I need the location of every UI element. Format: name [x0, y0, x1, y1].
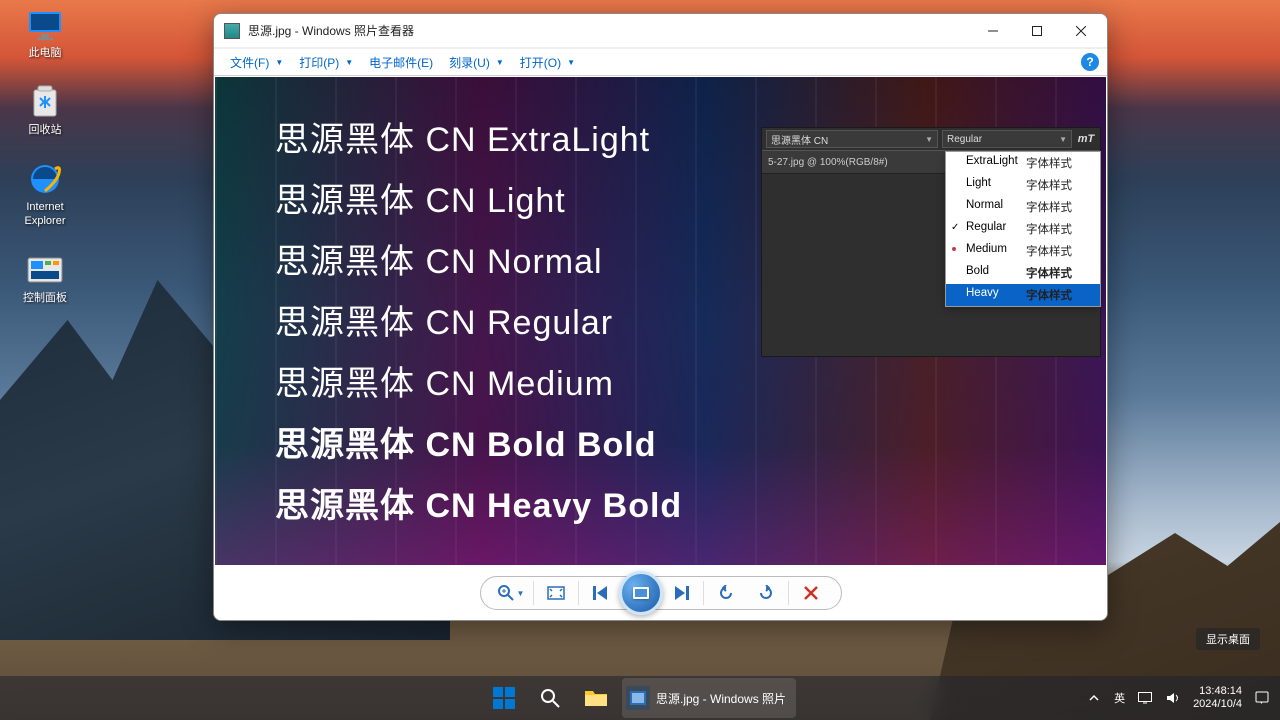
- next-button[interactable]: [661, 578, 701, 608]
- clock[interactable]: 13:48:14 2024/10/4: [1193, 685, 1242, 710]
- tray-display-icon[interactable]: [1137, 690, 1153, 706]
- font-sample: 思源黑体 CN Heavy Bold: [275, 478, 682, 527]
- app-icon: [224, 23, 240, 39]
- rotate-right-button[interactable]: [746, 578, 786, 608]
- maximize-button[interactable]: [1015, 16, 1059, 46]
- desktop-icon-label: 此电脑: [29, 47, 62, 60]
- photo-controls: ▼: [480, 576, 842, 610]
- menu-print[interactable]: 打印(P)▼: [291, 51, 361, 74]
- show-desktop-tooltip: 显示桌面: [1196, 628, 1260, 650]
- start-button[interactable]: [484, 678, 524, 718]
- zoom-button[interactable]: ▼: [491, 578, 531, 608]
- clock-time: 13:48:14: [1193, 685, 1242, 698]
- clock-date: 2024/10/4: [1193, 698, 1242, 711]
- desktop-icons: 此电脑 回收站 Internet Explorer 控制面板: [10, 5, 80, 327]
- chevron-down-icon: ▼: [925, 135, 933, 144]
- font-style-combo: Regular▼: [942, 130, 1072, 148]
- menu-email[interactable]: 电子邮件(E): [361, 51, 441, 74]
- chevron-down-icon: ▼: [275, 58, 283, 67]
- taskbar: 思源.jpg - Windows 照片 英 13:48:14 2024/10/4: [0, 676, 1280, 720]
- control-panel-icon: [25, 250, 65, 290]
- photo-viewer-window: 思源.jpg - Windows 照片查看器 文件(F)▼ 打印(P)▼ 电子邮…: [213, 13, 1108, 621]
- style-option-extralight: ExtraLight字体样式: [946, 152, 1100, 174]
- volume-icon[interactable]: [1165, 690, 1181, 706]
- tray-chevron-icon[interactable]: [1086, 690, 1102, 706]
- style-option-normal: Normal字体样式: [946, 196, 1100, 218]
- font-sample: 思源黑体 CN Bold Bold: [275, 417, 682, 466]
- rotate-left-button[interactable]: [706, 578, 746, 608]
- taskbar-app-photo-viewer[interactable]: 思源.jpg - Windows 照片: [622, 678, 796, 718]
- close-button[interactable]: [1059, 16, 1103, 46]
- style-option-bold: Bold字体样式: [946, 262, 1100, 284]
- desktop-icon-label: 回收站: [29, 124, 62, 137]
- titlebar[interactable]: 思源.jpg - Windows 照片查看器: [214, 14, 1107, 48]
- pc-icon: [25, 5, 65, 45]
- recycle-icon: [25, 82, 65, 122]
- style-option-heavy: Heavy字体样式: [946, 284, 1100, 306]
- chevron-down-icon: ▼: [496, 58, 504, 67]
- taskbar-app-title: 思源.jpg - Windows 照片: [656, 690, 786, 707]
- help-icon[interactable]: ?: [1081, 53, 1099, 71]
- slideshow-button[interactable]: [619, 571, 663, 615]
- font-sample: 思源黑体 CN ExtraLight: [275, 112, 682, 161]
- ime-indicator[interactable]: 英: [1114, 690, 1125, 706]
- font-sample-list: 思源黑体 CN ExtraLight 思源黑体 CN Light 思源黑体 CN…: [275, 112, 682, 539]
- font-family-combo: 思源黑体 CN▼: [766, 130, 938, 148]
- desktop-icon-recycle-bin[interactable]: 回收站: [10, 82, 80, 137]
- desktop-icon-this-pc[interactable]: 此电脑: [10, 5, 80, 60]
- style-option-medium: Medium字体样式: [946, 240, 1100, 262]
- menu-burn[interactable]: 刻录(U)▼: [441, 51, 512, 74]
- style-option-regular: ✓Regular字体样式: [946, 218, 1100, 240]
- font-sample: 思源黑体 CN Medium: [275, 356, 682, 405]
- search-button[interactable]: [530, 678, 570, 718]
- app-thumb-icon: [626, 686, 650, 710]
- font-sample: 思源黑体 CN Normal: [275, 234, 682, 283]
- ie-icon: [25, 159, 65, 199]
- text-tool-icon: тT: [1076, 130, 1096, 148]
- notification-icon[interactable]: [1254, 690, 1270, 706]
- previous-button[interactable]: [581, 578, 621, 608]
- fit-button[interactable]: [536, 578, 576, 608]
- desktop-icon-control-panel[interactable]: 控制面板: [10, 250, 80, 305]
- desktop-icon-label: 控制面板: [23, 292, 67, 305]
- font-sample: 思源黑体 CN Regular: [275, 295, 682, 344]
- chevron-down-icon: ▼: [345, 58, 353, 67]
- system-tray: 英 13:48:14 2024/10/4: [1086, 685, 1280, 710]
- window-title: 思源.jpg - Windows 照片查看器: [248, 22, 414, 39]
- chevron-down-icon: ▼: [1059, 135, 1067, 144]
- menu-file[interactable]: 文件(F)▼: [222, 51, 291, 74]
- chevron-down-icon: ▼: [567, 58, 575, 67]
- chevron-down-icon: ▼: [517, 589, 525, 598]
- image-viewport: 思源黑体 CN ExtraLight 思源黑体 CN Light 思源黑体 CN…: [215, 77, 1106, 565]
- menu-open[interactable]: 打开(O)▼: [512, 51, 583, 74]
- control-bar: ▼: [214, 566, 1107, 620]
- file-explorer-button[interactable]: [576, 678, 616, 718]
- delete-button[interactable]: [791, 578, 831, 608]
- minimize-button[interactable]: [971, 16, 1015, 46]
- menubar: 文件(F)▼ 打印(P)▼ 电子邮件(E) 刻录(U)▼ 打开(O)▼ ?: [214, 48, 1107, 76]
- desktop-icon-label: Internet Explorer: [25, 201, 66, 227]
- desktop-icon-ie[interactable]: Internet Explorer: [10, 159, 80, 227]
- font-sample: 思源黑体 CN Light: [275, 173, 682, 222]
- font-style-menu: ExtraLight字体样式Light字体样式Normal字体样式✓Regula…: [945, 151, 1101, 307]
- style-option-light: Light字体样式: [946, 174, 1100, 196]
